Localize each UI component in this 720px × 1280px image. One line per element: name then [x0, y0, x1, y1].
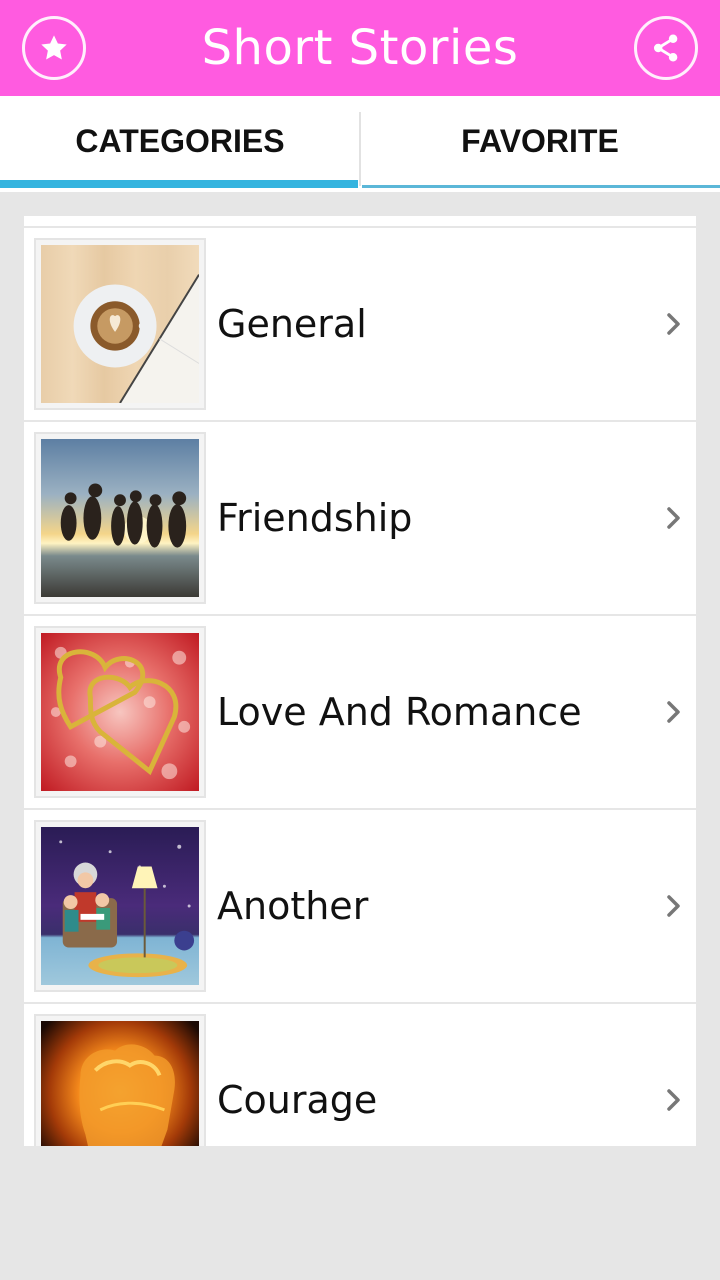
- tab-categories[interactable]: CATEGORIES: [0, 96, 360, 192]
- tab-bar: CATEGORIES FAVORITE: [0, 96, 720, 192]
- list-top-spacer: [24, 216, 696, 226]
- category-thumbnail: [34, 626, 206, 798]
- category-item-friendship[interactable]: Friendship: [24, 422, 696, 614]
- category-thumbnail: [34, 432, 206, 604]
- category-item-love-and-romance[interactable]: Love And Romance: [24, 616, 696, 808]
- category-item-general[interactable]: General: [24, 228, 696, 420]
- coffee-and-book-image: [41, 245, 199, 403]
- category-list[interactable]: General Friendship Love And Romance Anot…: [24, 216, 696, 1146]
- fiery-fist-image: [41, 1021, 199, 1146]
- category-thumbnail: [34, 820, 206, 992]
- friends-jumping-sunset-image: [41, 439, 199, 597]
- category-thumbnail: [34, 1014, 206, 1146]
- category-label: General: [217, 302, 367, 346]
- share-button[interactable]: [634, 16, 698, 80]
- category-label: Courage: [217, 1078, 378, 1122]
- category-label: Another: [217, 884, 369, 928]
- golden-hearts-image: [41, 633, 199, 791]
- chevron-right-icon: [667, 1089, 680, 1111]
- chevron-right-icon: [667, 895, 680, 917]
- chevron-right-icon: [667, 507, 680, 529]
- tab-underline: [362, 185, 720, 188]
- tab-selected-indicator: [0, 180, 358, 188]
- tab-favorite[interactable]: FAVORITE: [360, 96, 720, 192]
- category-item-courage[interactable]: Courage: [24, 1004, 696, 1146]
- app-title: Short Stories: [201, 20, 519, 76]
- grandmother-reading-image: [41, 827, 199, 985]
- category-label: Friendship: [217, 496, 413, 540]
- category-thumbnail: [34, 238, 206, 410]
- category-label: Love And Romance: [217, 690, 582, 734]
- app-bar: Short Stories: [0, 0, 720, 96]
- chevron-right-icon: [667, 701, 680, 723]
- chevron-right-icon: [667, 313, 680, 335]
- share-icon: [653, 34, 678, 62]
- category-item-another[interactable]: Another: [24, 810, 696, 1002]
